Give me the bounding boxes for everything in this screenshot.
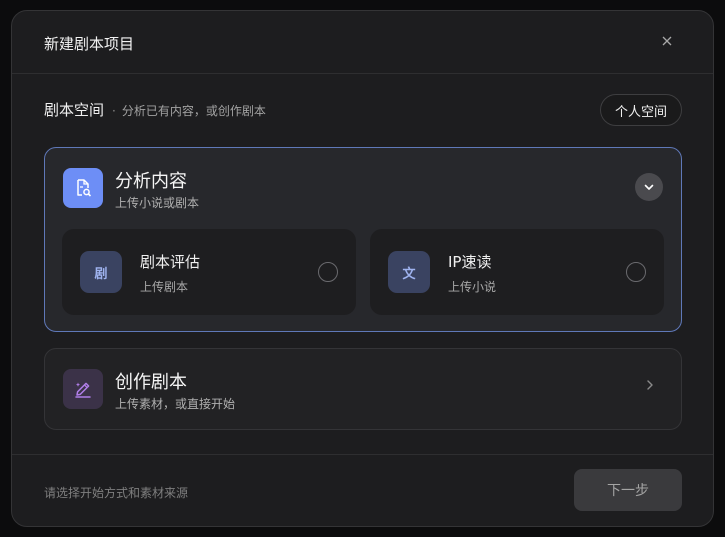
dialog-footer: 请选择开始方式和素材来源 下一步 (12, 454, 713, 526)
next-step-button[interactable]: 下一步 (574, 469, 682, 511)
create-script-card[interactable]: 创作剧本 上传素材，或直接开始 (44, 348, 682, 430)
script-badge-icon: 剧 (80, 251, 122, 293)
close-icon[interactable] (659, 33, 675, 49)
section-description: 分析已有内容，或创作剧本 (121, 104, 266, 118)
personal-space-button[interactable]: 个人空间 (600, 94, 682, 126)
dialog-header: 新建剧本项目 (12, 11, 713, 74)
option-title: IP速读 (448, 253, 492, 271)
new-script-project-dialog: 新建剧本项目 剧本空间 · 分析已有内容，或创作剧本 个人空间 分析内容 上传小… (11, 10, 714, 527)
dialog-title: 新建剧本项目 (44, 35, 135, 53)
analysis-card-title: 分析内容 (115, 171, 187, 192)
option-script-evaluation[interactable]: 剧 剧本评估 上传剧本 (62, 229, 356, 315)
chevron-down-icon[interactable] (635, 173, 663, 201)
footer-hint: 请选择开始方式和素材来源 (44, 486, 189, 500)
chevron-right-icon (645, 379, 655, 395)
text-badge-icon: 文 (388, 251, 430, 293)
pencil-sparkle-icon (63, 369, 103, 409)
close-icon-glyph (662, 36, 672, 46)
option-subtitle: 上传小说 (448, 280, 497, 294)
analysis-card-subtitle: 上传小说或剧本 (115, 196, 200, 210)
option-ip-quick-read[interactable]: 文 IP速读 上传小说 (370, 229, 664, 315)
analysis-content-card[interactable]: 分析内容 上传小说或剧本 剧 剧本评估 上传剧本 文 IP速读 上传小说 (44, 147, 682, 332)
create-card-title: 创作剧本 (115, 372, 187, 393)
option-title: 剧本评估 (140, 253, 201, 271)
section-title: 剧本空间 (44, 101, 105, 119)
create-card-subtitle: 上传素材，或直接开始 (115, 397, 236, 411)
radio-button[interactable] (626, 262, 646, 282)
option-subtitle: 上传剧本 (140, 280, 189, 294)
section-header: 剧本空间 · 分析已有内容，或创作剧本 (44, 99, 266, 120)
section-separator: · (112, 104, 116, 118)
document-search-icon (63, 168, 103, 208)
radio-button[interactable] (318, 262, 338, 282)
